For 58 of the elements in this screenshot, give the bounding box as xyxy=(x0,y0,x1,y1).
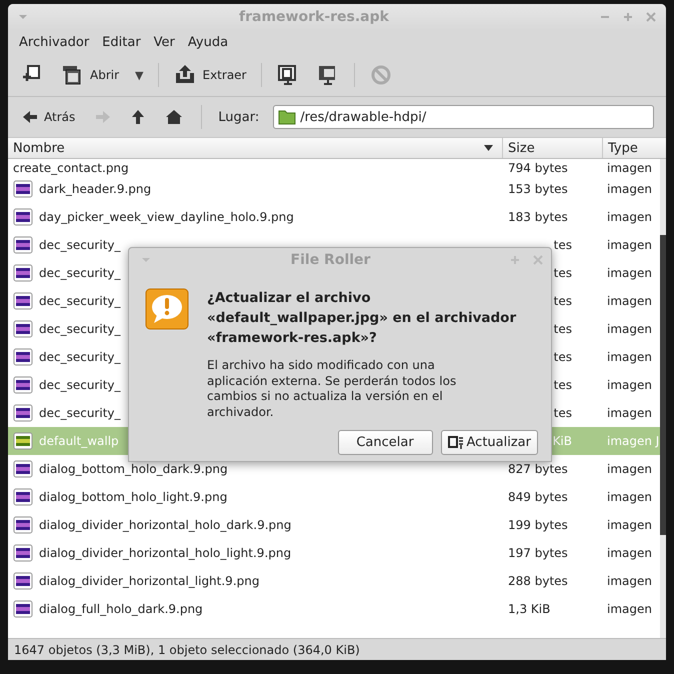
file-name: dec_security_ xyxy=(39,322,121,336)
file-size: tes xyxy=(554,294,572,308)
file-name: dec_security_ xyxy=(39,350,121,364)
location-label: Lugar: xyxy=(218,110,260,124)
file-type: imagen xyxy=(607,490,652,504)
file-name: dialog_bottom_holo_light.9.png xyxy=(39,490,228,504)
file-name: dialog_full_holo_dark.9.png xyxy=(39,602,203,616)
file-size: 849 bytes xyxy=(508,490,568,504)
file-type: imagen xyxy=(607,378,652,392)
file-type: imagen J xyxy=(607,434,660,448)
file-name: dialog_divider_horizontal_holo_light.9.png xyxy=(39,546,292,560)
file-type: imagen xyxy=(607,350,652,364)
file-size: tes xyxy=(554,350,572,364)
file-size: 1,3 KiB xyxy=(508,602,550,616)
file-type: imagen xyxy=(607,210,652,224)
file-size: 199 bytes xyxy=(508,518,568,532)
location-path: /res/drawable-hdpi/ xyxy=(300,110,426,124)
file-type: imagen xyxy=(607,294,652,308)
file-type: imagen xyxy=(607,574,652,588)
file-name: dialog_bottom_holo_dark.9.png xyxy=(39,462,228,476)
file-type: imagen xyxy=(607,518,652,532)
file-size: tes xyxy=(554,322,572,336)
file-size: 794 bytes xyxy=(508,161,568,175)
file-type: imagen xyxy=(607,546,652,560)
file-type: imagen xyxy=(607,161,652,175)
file-type: imagen xyxy=(607,238,652,252)
file-name: dec_security_ xyxy=(39,238,121,252)
window-title: framework-res.apk xyxy=(238,9,390,25)
file-name: create_contact.png xyxy=(13,161,129,175)
dialog-message: El archivo ha sido modificado con una aplicación externa. Se perderán todos los cambios si no actualiza la versión en el archivador. xyxy=(207,358,458,420)
file-size: tes xyxy=(554,238,572,252)
file-type: imagen xyxy=(607,462,652,476)
file-size: 183 bytes xyxy=(508,210,568,224)
file-name: dec_security_ xyxy=(39,378,121,392)
file-name: dec_security_ xyxy=(39,294,121,308)
file-size: 197 bytes xyxy=(508,546,568,560)
file-name: dec_security_ xyxy=(39,406,121,420)
dialog-title: File Roller xyxy=(290,252,372,268)
file-type: imagen xyxy=(607,266,652,280)
file-name: dark_header.9.png xyxy=(39,182,152,196)
file-size: 153 bytes xyxy=(508,182,568,196)
file-name: dialog_divider_horizontal_holo_dark.9.png xyxy=(39,518,292,532)
status-text: 1647 objetos (3,3 MiB), 1 objeto seleccionado (364,0 KiB) xyxy=(8,638,666,660)
file-name: default_wallp xyxy=(39,434,119,448)
file-size: KiB xyxy=(552,434,572,448)
file-size: 288 bytes xyxy=(508,574,568,588)
file-size: tes xyxy=(554,378,572,392)
dialog-heading: ¿Actualizar el archivo «default_wallpaper.jpg» en el archivador «framework-res.apk»? xyxy=(207,289,518,348)
file-size: 827 bytes xyxy=(508,462,568,476)
file-size: tes xyxy=(554,266,572,280)
file-name: dec_security_ xyxy=(39,266,121,280)
file-type: imagen xyxy=(607,322,652,336)
file-name: day_picker_week_view_dayline_holo.9.png xyxy=(39,210,294,224)
file-type: imagen xyxy=(607,602,652,616)
file-type: imagen xyxy=(607,406,652,420)
file-size: tes xyxy=(554,406,572,420)
file-type: imagen xyxy=(607,182,652,196)
file-name: dialog_divider_horizontal_light.9.png xyxy=(39,574,260,588)
